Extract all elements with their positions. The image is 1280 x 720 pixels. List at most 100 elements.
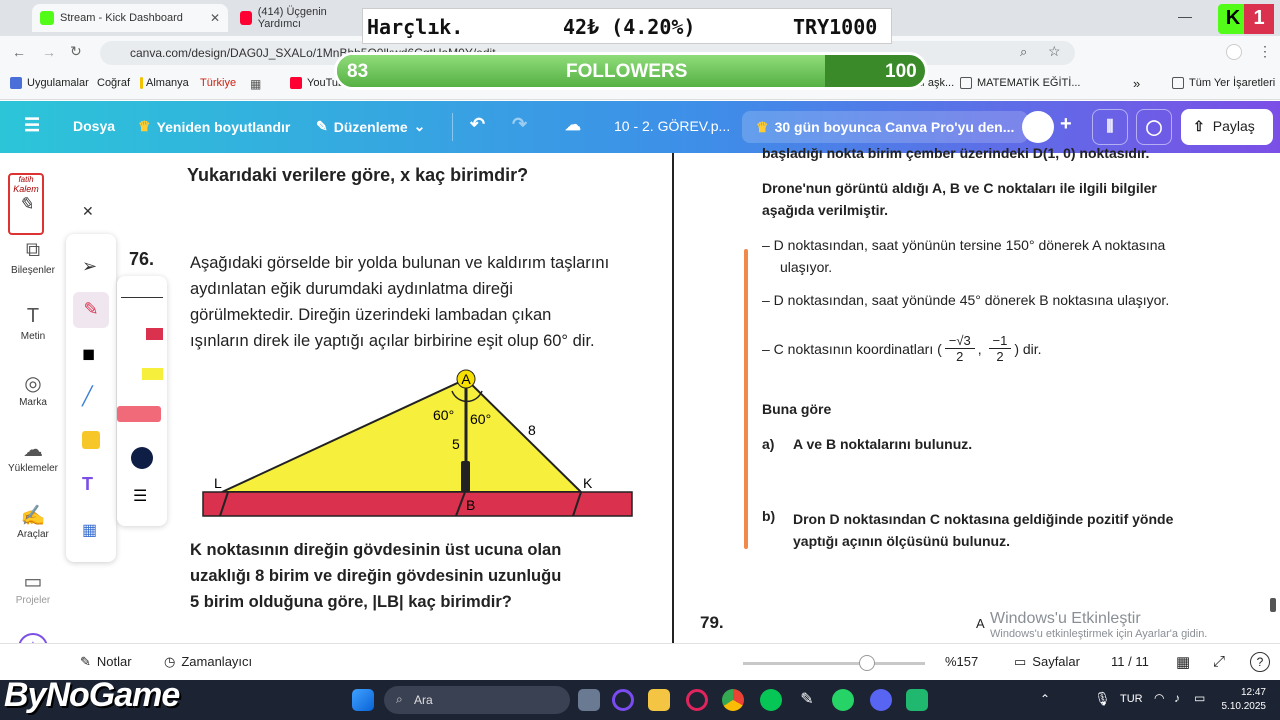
- chrome-icon[interactable]: [722, 689, 744, 711]
- sidebar-item-elements[interactable]: ⧉ Bileşenler: [0, 239, 66, 276]
- reload-icon[interactable]: ↻: [70, 43, 82, 60]
- help-button[interactable]: ?: [1250, 652, 1270, 672]
- zoom-level[interactable]: %157: [945, 654, 978, 669]
- hamburger-menu-icon[interactable]: ☰: [24, 115, 40, 136]
- upload-icon: ⇧: [1193, 118, 1205, 134]
- zoom-icon[interactable]: ⌕: [1020, 44, 1027, 60]
- previous-question: Yukarıdaki verilere göre, x kaç birimdir…: [187, 165, 529, 185]
- clock[interactable]: 12:47 5.10.2025: [1218, 686, 1267, 714]
- add-collaborator-icon[interactable]: +: [1060, 113, 1072, 136]
- minimize-icon[interactable]: —: [1178, 8, 1192, 24]
- more-bookmarks-icon[interactable]: »: [1133, 76, 1140, 91]
- table-tool-icon[interactable]: ▦: [82, 520, 97, 540]
- timer-button[interactable]: ◷ Zamanlayıcı: [164, 654, 252, 670]
- color-swatch[interactable]: [131, 447, 153, 469]
- wifi-icon[interactable]: ◠: [1154, 691, 1164, 705]
- zoom-slider[interactable]: [743, 655, 925, 671]
- sidebar-item-uploads[interactable]: ☁ Yüklemeler: [0, 437, 66, 474]
- close-panel-icon[interactable]: ✕: [82, 203, 94, 220]
- canva-pro-promo-button[interactable]: ♛ 30 gün boyunca Canva Pro'yu den...: [742, 111, 1029, 143]
- pen-red[interactable]: [121, 328, 163, 340]
- kick-count: 1: [1244, 4, 1274, 34]
- grid-icon: ▦: [250, 77, 262, 91]
- stroke-weight-icon[interactable]: ☰: [133, 486, 147, 506]
- sidebar-item-projects[interactable]: ▭ Projeler: [0, 569, 66, 606]
- discord-icon[interactable]: [870, 689, 892, 711]
- text-tool-icon[interactable]: T: [82, 474, 93, 495]
- app-green-icon[interactable]: [906, 689, 928, 711]
- taskbar-search[interactable]: Ara: [384, 686, 570, 714]
- pen-app-icon[interactable]: ✎: [796, 689, 818, 711]
- sidebar-item-text[interactable]: T Metin: [0, 305, 66, 342]
- scrollbar-thumb[interactable]: [1270, 598, 1276, 612]
- bookmark-grid[interactable]: ▦: [250, 77, 261, 91]
- bookmark-cograf[interactable]: Coğraf: [97, 77, 130, 89]
- line-icon[interactable]: [760, 689, 782, 711]
- sidebar-item-brand[interactable]: ◎ Marka: [0, 371, 66, 408]
- opera-icon[interactable]: [686, 689, 708, 711]
- follower-goal: 100: [885, 61, 917, 82]
- resize-button[interactable]: ♛ Yeniden boyutlandır: [138, 118, 290, 135]
- menu-dots-icon[interactable]: ⋮: [1258, 43, 1272, 60]
- shapes-tool-icon[interactable]: ◼: [82, 344, 95, 364]
- edit-mode-button[interactable]: ✎ Düzenleme ⌄: [316, 118, 425, 135]
- bookmark-all[interactable]: Tüm Yer İşaretleri: [1172, 77, 1275, 89]
- tray-chevron-icon[interactable]: ⌃: [1040, 692, 1050, 706]
- undo-icon[interactable]: ↶: [470, 114, 485, 135]
- follower-count: 83: [347, 61, 369, 82]
- share-button[interactable]: ⇧ Paylaş: [1181, 109, 1273, 145]
- line-tool-icon[interactable]: ╱: [82, 386, 93, 407]
- bookmark-matematik[interactable]: MATEMATİK EĞİTİ...: [960, 77, 1081, 89]
- close-icon[interactable]: ✕: [210, 11, 220, 25]
- question-bottom-text: K noktasının direğin gövdesinin üst ucun…: [190, 541, 562, 611]
- lamp-post-figure: A 60° 60° 5 8 L K B: [202, 369, 633, 517]
- user-avatar[interactable]: [1022, 111, 1054, 143]
- zoom-slider-knob[interactable]: [858, 655, 875, 671]
- bookmark-apps[interactable]: Uygulamalar: [10, 77, 89, 89]
- file-menu[interactable]: Dosya: [73, 118, 115, 134]
- donation-label: Harçlık.: [367, 15, 464, 39]
- language-indicator[interactable]: TUR: [1120, 693, 1143, 705]
- sticky-note-icon[interactable]: [82, 431, 100, 449]
- back-icon[interactable]: ←: [12, 44, 26, 60]
- apps-icon: [10, 77, 22, 89]
- fullscreen-icon[interactable]: ⤢: [1213, 653, 1225, 670]
- app-icon[interactable]: [612, 689, 634, 711]
- fatih-kalem-app[interactable]: fatih Kalem ✎: [8, 173, 44, 235]
- tab-youtube[interactable]: (414) Üçgenin Yardımcı: [232, 4, 362, 32]
- windows-start-icon[interactable]: [352, 689, 374, 711]
- tab-label: Stream - Kick Dashboard: [60, 12, 183, 24]
- select-cursor-icon[interactable]: ➢: [82, 256, 97, 277]
- cloud-saved-icon[interactable]: ☁: [565, 115, 581, 135]
- fraction-1: −√3 2: [944, 333, 975, 364]
- canvas-area: Yukarıdaki verilere göre, x kaç birimdir…: [102, 145, 1272, 643]
- notes-button[interactable]: ✎ Notlar: [80, 654, 132, 670]
- highlighter-yellow[interactable]: [121, 368, 163, 380]
- microphone-icon[interactable]: 🎙: [1094, 691, 1111, 707]
- battery-icon[interactable]: ▭: [1194, 691, 1205, 705]
- grid-view-icon[interactable]: ▦: [1176, 653, 1190, 671]
- bullet-1: – D noktasından, saat yönünün tersine 15…: [762, 237, 1166, 275]
- whatsapp-icon[interactable]: [832, 689, 854, 711]
- redo-icon[interactable]: ↷: [512, 114, 527, 135]
- comment-icon[interactable]: ◯: [1136, 109, 1172, 145]
- length-label-5: 5: [452, 436, 460, 452]
- tab-kick-dashboard[interactable]: Stream - Kick Dashboard ✕: [32, 4, 228, 32]
- document-page[interactable]: Yukarıdaki verilere göre, x kaç birimdir…: [102, 145, 1272, 643]
- task-view-icon[interactable]: [578, 689, 600, 711]
- bookmark-almanya[interactable]: Almanya: [140, 77, 189, 89]
- sidebar-item-tools[interactable]: ✍ Araçlar: [0, 503, 66, 540]
- file-explorer-icon[interactable]: [648, 689, 670, 711]
- bookmark-turkiye[interactable]: Türkiye: [200, 77, 236, 89]
- forward-icon[interactable]: →: [42, 44, 56, 60]
- pen-black[interactable]: [121, 286, 163, 298]
- donation-goal-overlay: Harçlık. 42₺ (4.20%) TRY1000: [362, 8, 892, 44]
- insights-icon[interactable]: ⫼: [1092, 109, 1128, 145]
- pages-button[interactable]: ▭ Sayfalar: [1014, 654, 1080, 670]
- document-title[interactable]: 10 - 2. GÖREV.p...: [614, 118, 730, 134]
- pen-tool-icon[interactable]: ✎: [73, 292, 109, 328]
- marker-pink[interactable]: [117, 406, 161, 422]
- volume-icon[interactable]: ♪: [1174, 691, 1180, 705]
- bookmark-star-icon[interactable]: ☆: [1048, 43, 1061, 60]
- profile-avatar[interactable]: [1226, 44, 1242, 60]
